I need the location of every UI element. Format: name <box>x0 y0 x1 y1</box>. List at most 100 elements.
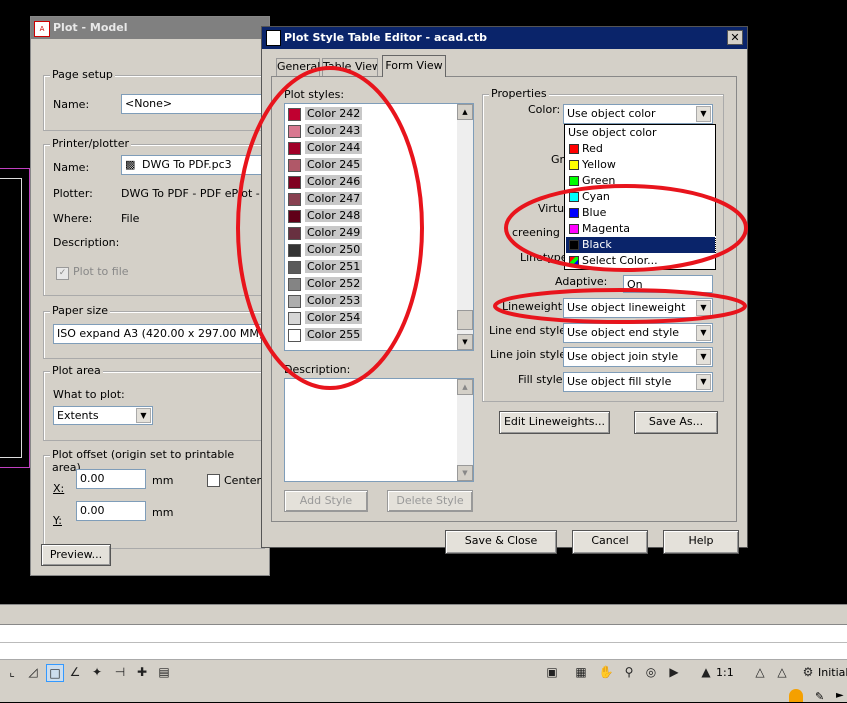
x-offset-input[interactable]: 0.00 <box>76 469 146 489</box>
color-option-label: Black <box>582 238 612 251</box>
color-swatch <box>288 210 301 223</box>
line-end-select[interactable]: Use object end style ▼ <box>563 323 713 343</box>
printer-name-field[interactable]: ▩ DWG To PDF.pc3 <box>121 155 266 175</box>
plot-style-row[interactable]: Color 255 <box>285 327 455 344</box>
add-style-button[interactable]: Add Style <box>284 490 368 512</box>
tab-table-view-label: Table View <box>323 60 378 73</box>
model-icon[interactable]: ▣ <box>544 664 560 680</box>
showmotion-icon[interactable]: ▶ <box>666 664 682 680</box>
adaptive-select[interactable]: On <box>623 275 713 293</box>
color-option[interactable]: Magenta <box>566 221 715 237</box>
y-offset-input[interactable]: 0.00 <box>76 501 146 521</box>
what-to-plot-select[interactable]: Extents ▼ <box>53 406 153 425</box>
plot-style-name: Color 249 <box>305 226 363 239</box>
autocad-icon: A <box>34 21 50 37</box>
osnap-icon[interactable]: ✦ <box>89 664 105 680</box>
cancel-button[interactable]: Cancel <box>572 530 648 554</box>
color-swatch <box>288 108 301 121</box>
scroll-down-icon[interactable]: ▼ <box>457 334 473 350</box>
preview-button[interactable]: Preview... <box>41 544 111 566</box>
color-select[interactable]: Use object color ▼ <box>563 104 713 124</box>
plot-style-row[interactable]: Color 246 <box>285 174 455 191</box>
chevron-down-icon[interactable]: ▼ <box>136 408 151 423</box>
color-chevron-down-icon[interactable]: ▼ <box>696 106 711 122</box>
edit-lineweights-button[interactable]: Edit Lineweights... <box>499 411 610 434</box>
plot-styles-list[interactable]: Color 242 Color 243 Color 244 Color 245 Colo… <box>284 103 474 351</box>
pan-icon[interactable]: ✋ <box>598 664 614 680</box>
color-swatch <box>288 329 301 342</box>
plot-style-row[interactable]: Color 248 <box>285 208 455 225</box>
color-option[interactable]: Cyan <box>566 189 715 205</box>
color-swatch <box>288 227 301 240</box>
scroll-thumb[interactable] <box>457 310 473 330</box>
command-input[interactable] <box>0 624 847 660</box>
tray-clean-screen-icon[interactable]: ✎ <box>815 690 824 703</box>
color-dropdown-list[interactable]: Use object color Red Yellow Green Cyan Blue Ma… <box>564 124 716 270</box>
layout-icon[interactable]: ▦ <box>573 664 589 680</box>
annotation-visibility-icon[interactable]: △ <box>752 664 768 680</box>
editor-close-button[interactable]: ✕ <box>727 30 743 45</box>
tray-arrow-icon[interactable]: ► <box>836 690 844 701</box>
angle-icon[interactable]: ∠ <box>67 664 83 680</box>
tab-general[interactable]: General <box>276 58 320 76</box>
workspace-gear-icon[interactable]: ⚙ <box>800 664 816 680</box>
lwt-icon[interactable]: ▤ <box>156 664 172 680</box>
plot-style-row[interactable]: Color 245 <box>285 157 455 174</box>
page-setup-name-field[interactable]: <None> <box>121 94 266 114</box>
color-swatch <box>288 125 301 138</box>
desc-scroll-up-icon[interactable]: ▲ <box>457 379 473 395</box>
color-option[interactable]: Select Color... <box>566 253 715 269</box>
lineweight-chevron-down-icon[interactable]: ▼ <box>696 300 711 316</box>
polar-icon[interactable]: ◿ <box>25 664 41 680</box>
line-end-chevron-down-icon[interactable]: ▼ <box>696 325 711 341</box>
otrack-icon[interactable]: ⊣ <box>112 664 128 680</box>
snap-icon[interactable]: ⌞ <box>4 664 20 680</box>
annotation-scale-value[interactable]: 1:1 <box>716 666 734 679</box>
plot-style-row[interactable]: Color 243 <box>285 123 455 140</box>
help-button[interactable]: Help <box>663 530 739 554</box>
plot-style-row[interactable]: Color 250 <box>285 242 455 259</box>
plot-style-row[interactable]: Color 244 <box>285 140 455 157</box>
plot-style-row[interactable]: Color 251 <box>285 259 455 276</box>
color-option[interactable]: Use object color <box>566 125 715 141</box>
zoom-icon[interactable]: ⚲ <box>621 664 637 680</box>
plot-dialog: A Plot - Model Page setup Name: <None> P… <box>30 16 277 576</box>
dyn-icon[interactable]: ✚ <box>134 664 150 680</box>
color-option[interactable]: Blue <box>566 205 715 221</box>
auto-scale-icon[interactable]: △ <box>774 664 790 680</box>
save-as-button[interactable]: Save As... <box>634 411 718 434</box>
save-close-button[interactable]: Save & Close <box>445 530 557 554</box>
tab-form-view[interactable]: Form View <box>382 55 446 77</box>
annotation-scale-icon[interactable]: ▲ <box>698 664 714 680</box>
description-scrollbar[interactable]: ▲ ▼ <box>457 379 473 481</box>
plot-style-row[interactable]: Color 254 <box>285 310 455 327</box>
steering-wheel-icon[interactable]: ◎ <box>643 664 659 680</box>
description-textarea[interactable]: ▲ ▼ <box>284 378 474 482</box>
line-join-chevron-down-icon[interactable]: ▼ <box>696 349 711 365</box>
fill-style-select[interactable]: Use object fill style ▼ <box>563 372 713 392</box>
fill-style-chevron-down-icon[interactable]: ▼ <box>696 374 711 390</box>
workspace-value[interactable]: Initial <box>818 666 847 679</box>
plot-style-row[interactable]: Color 252 <box>285 276 455 293</box>
color-option[interactable]: Red <box>566 141 715 157</box>
color-option[interactable]: Black <box>565 236 716 254</box>
tab-table-view[interactable]: Table View <box>322 58 378 76</box>
plot-styles-scrollbar[interactable]: ▲ ▼ <box>457 104 473 350</box>
plot-style-row[interactable]: Color 249 <box>285 225 455 242</box>
plot-style-row[interactable]: Color 253 <box>285 293 455 310</box>
lineweight-select[interactable]: Use object lineweight ▼ <box>563 298 713 318</box>
plot-style-row[interactable]: Color 247 <box>285 191 455 208</box>
desc-scroll-down-icon[interactable]: ▼ <box>457 465 473 481</box>
color-swatch <box>288 159 301 172</box>
color-option[interactable]: Yellow <box>566 157 715 173</box>
color-option[interactable]: Green <box>566 173 715 189</box>
ortho-icon[interactable]: □ <box>46 664 64 682</box>
line-join-select[interactable]: Use object join style ▼ <box>563 347 713 367</box>
delete-style-button[interactable]: Delete Style <box>387 490 473 512</box>
tray-lock-icon[interactable] <box>789 689 803 702</box>
scroll-up-icon[interactable]: ▲ <box>457 104 473 120</box>
paper-size-field[interactable]: ISO expand A3 (420.00 x 297.00 MM) <box>53 324 268 344</box>
center-checkbox[interactable] <box>207 474 220 487</box>
plot-style-row[interactable]: Color 242 <box>285 106 455 123</box>
plot-to-file-checkbox[interactable]: ✓ <box>56 267 69 280</box>
